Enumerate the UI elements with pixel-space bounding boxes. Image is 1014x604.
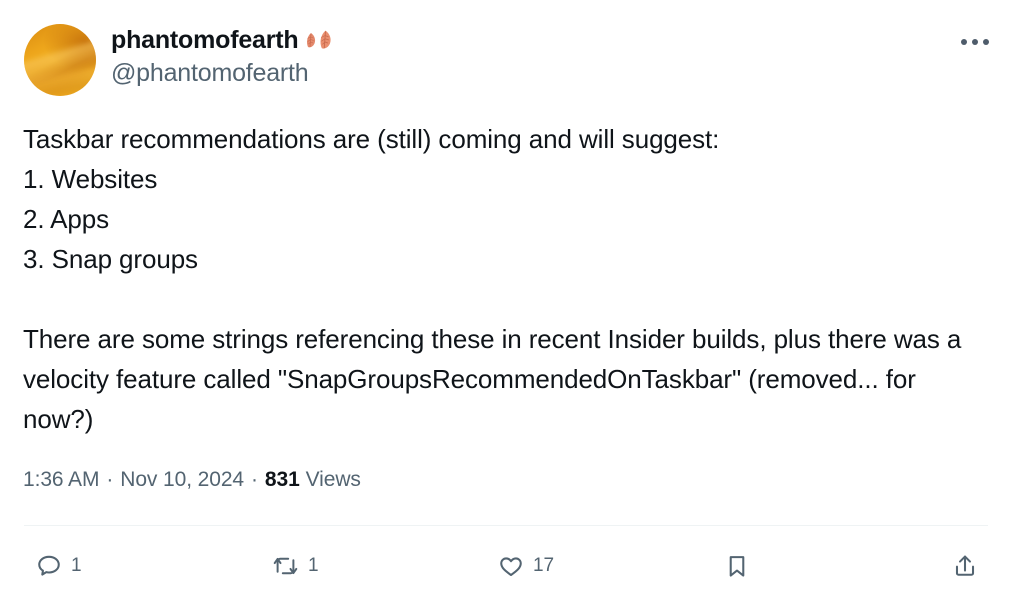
tweet-text: Taskbar recommendations are (still) comi…	[23, 124, 962, 434]
dot-1	[961, 39, 967, 45]
reply-button[interactable]: 1	[36, 543, 82, 589]
share-icon	[952, 553, 978, 579]
bookmark-icon	[724, 553, 750, 579]
meta-separator-1: ·	[106, 468, 114, 491]
views-count: 831	[264, 468, 300, 491]
reply-count: 1	[71, 555, 82, 576]
bookmark-button[interactable]	[724, 543, 759, 589]
meta-separator-2: ·	[251, 468, 258, 491]
retweet-button[interactable]: 1	[272, 543, 319, 589]
display-name-row: phantomofearth	[111, 26, 333, 55]
action-bar-divider	[24, 525, 988, 526]
author-display-name[interactable]: phantomofearth	[111, 26, 299, 55]
tweet-meta: 1:36 AM · Nov 10, 2024 · 831 Views	[23, 466, 361, 494]
action-bar: 1 1 17	[24, 543, 988, 593]
like-count: 17	[533, 555, 554, 576]
author-handle[interactable]: @phantomofearth	[111, 59, 333, 88]
tweet-header: phantomofearth @phantomofearth	[24, 24, 990, 96]
like-button[interactable]: 17	[498, 543, 554, 589]
avatar[interactable]	[24, 24, 96, 96]
more-options-button[interactable]	[953, 27, 997, 57]
tweet-date: Nov 10, 2024	[120, 468, 244, 491]
tweet-time: 1:36 AM	[23, 468, 100, 491]
dot-3	[983, 39, 989, 45]
views-label: Views	[305, 468, 361, 491]
retweet-count: 1	[308, 555, 319, 576]
reply-icon	[36, 553, 62, 579]
retweet-icon	[272, 553, 299, 579]
heart-icon	[498, 553, 524, 579]
tweet-card: phantomofearth @phantomofearth Taskbar r…	[0, 0, 1014, 604]
dot-2	[972, 39, 978, 45]
share-button[interactable]	[952, 543, 987, 589]
fallen-leaf-icon	[305, 30, 333, 50]
author-identity: phantomofearth @phantomofearth	[111, 24, 333, 88]
